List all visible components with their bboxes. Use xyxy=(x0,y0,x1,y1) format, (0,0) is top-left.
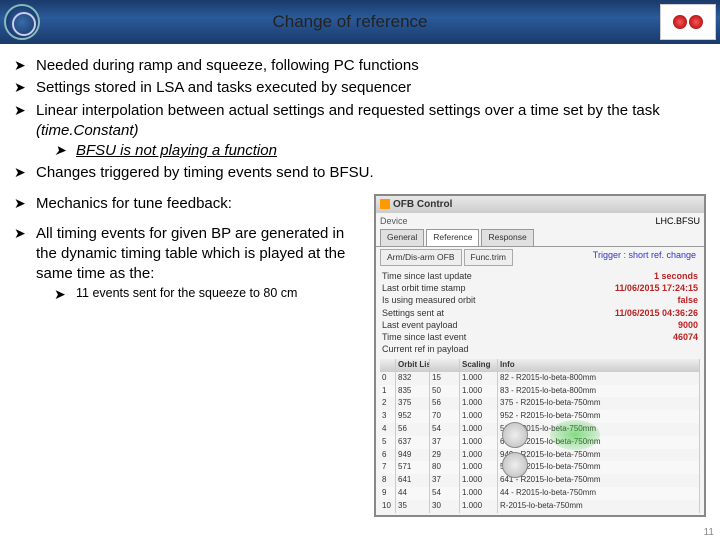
table-row[interactable]: 6949291.000949 - R2015-lo-beta-750mm xyxy=(380,449,700,462)
table-row[interactable]: 5637371.000637 - R2015-lo-beta-750mm xyxy=(380,436,700,449)
highlight-overlay xyxy=(550,420,600,450)
gauge-icon xyxy=(502,422,528,448)
bullet-timing: Changes triggered by timing events send … xyxy=(14,163,706,183)
subtab-arm[interactable]: Arm/Dis-arm OFB xyxy=(380,249,462,266)
gauge-icon xyxy=(502,452,528,478)
tab-reference[interactable]: Reference xyxy=(426,229,479,245)
bullet-mech: Mechanics for tune feedback: xyxy=(14,194,364,214)
subtab-func[interactable]: Func.trim xyxy=(464,249,513,266)
bullet-11events: 11 events sent for the squeeze to 80 cm xyxy=(54,285,364,302)
panel-subtabs: Arm/Dis-arm OFB Func.trim Trigger : shor… xyxy=(376,247,704,268)
status-block: Time since last update1 seconds Last orb… xyxy=(376,268,704,357)
panel-titlebar: OFB Control xyxy=(376,196,704,214)
trigger-label: Trigger : short ref. change xyxy=(515,249,700,266)
table-row[interactable]: 1835501.00083 - R2015-lo-beta-800mm xyxy=(380,385,700,398)
table-row[interactable]: 944541.00044 - R2015-lo-beta-750mm xyxy=(380,487,700,500)
page-number: 11 xyxy=(704,527,714,538)
table-row[interactable]: 1035301.000R-2015-lo-beta-750mm xyxy=(380,500,700,513)
table-row[interactable]: 2375561.000375 - R2015-lo-beta-750mm xyxy=(380,397,700,410)
slide-content: Needed during ramp and squeeze, followin… xyxy=(0,44,720,529)
table-row[interactable]: 7571801.000571 - R2015-lo-beta-750mm xyxy=(380,461,700,474)
bullet-ramp: Needed during ramp and squeeze, followin… xyxy=(14,56,706,76)
tab-general[interactable]: General xyxy=(380,229,424,245)
panel-tabs: General Reference Response xyxy=(376,229,704,246)
bullet-events: All timing events for given BP are gener… xyxy=(14,224,364,302)
magnet-icon xyxy=(660,4,716,40)
orbit-table: Orbit List Scaling Info 0832151.00082 - … xyxy=(376,357,704,515)
table-row[interactable]: 0832151.00082 - R2015-lo-beta-800mm xyxy=(380,372,700,385)
table-row[interactable]: 3952701.000952 - R2015-lo-beta-750mm xyxy=(380,410,700,423)
slide-title: Change of reference xyxy=(40,12,660,32)
device-row: DeviceLHC.BFSU xyxy=(376,213,704,229)
left-column: Mechanics for tune feedback: All timing … xyxy=(14,194,374,517)
title-bar: Change of reference xyxy=(0,0,720,44)
app-icon xyxy=(380,199,390,209)
tab-response[interactable]: Response xyxy=(481,229,533,245)
bullet-interp: Linear interpolation between actual sett… xyxy=(14,101,706,162)
table-row[interactable]: 8641371.000641 - R2015-lo-beta-750mm xyxy=(380,474,700,487)
bullet-lsa: Settings stored in LSA and tasks execute… xyxy=(14,78,706,98)
panel-title: OFB Control xyxy=(393,198,452,212)
ofb-control-panel: OFB Control DeviceLHC.BFSU General Refer… xyxy=(374,194,706,517)
gauge-overlay xyxy=(500,420,530,480)
cern-logo xyxy=(4,4,40,40)
bullet-bfsu: BFSU is not playing a function xyxy=(54,141,706,161)
table-row[interactable]: 456541.00056 - R2015-lo-beta-750mm xyxy=(380,423,700,436)
